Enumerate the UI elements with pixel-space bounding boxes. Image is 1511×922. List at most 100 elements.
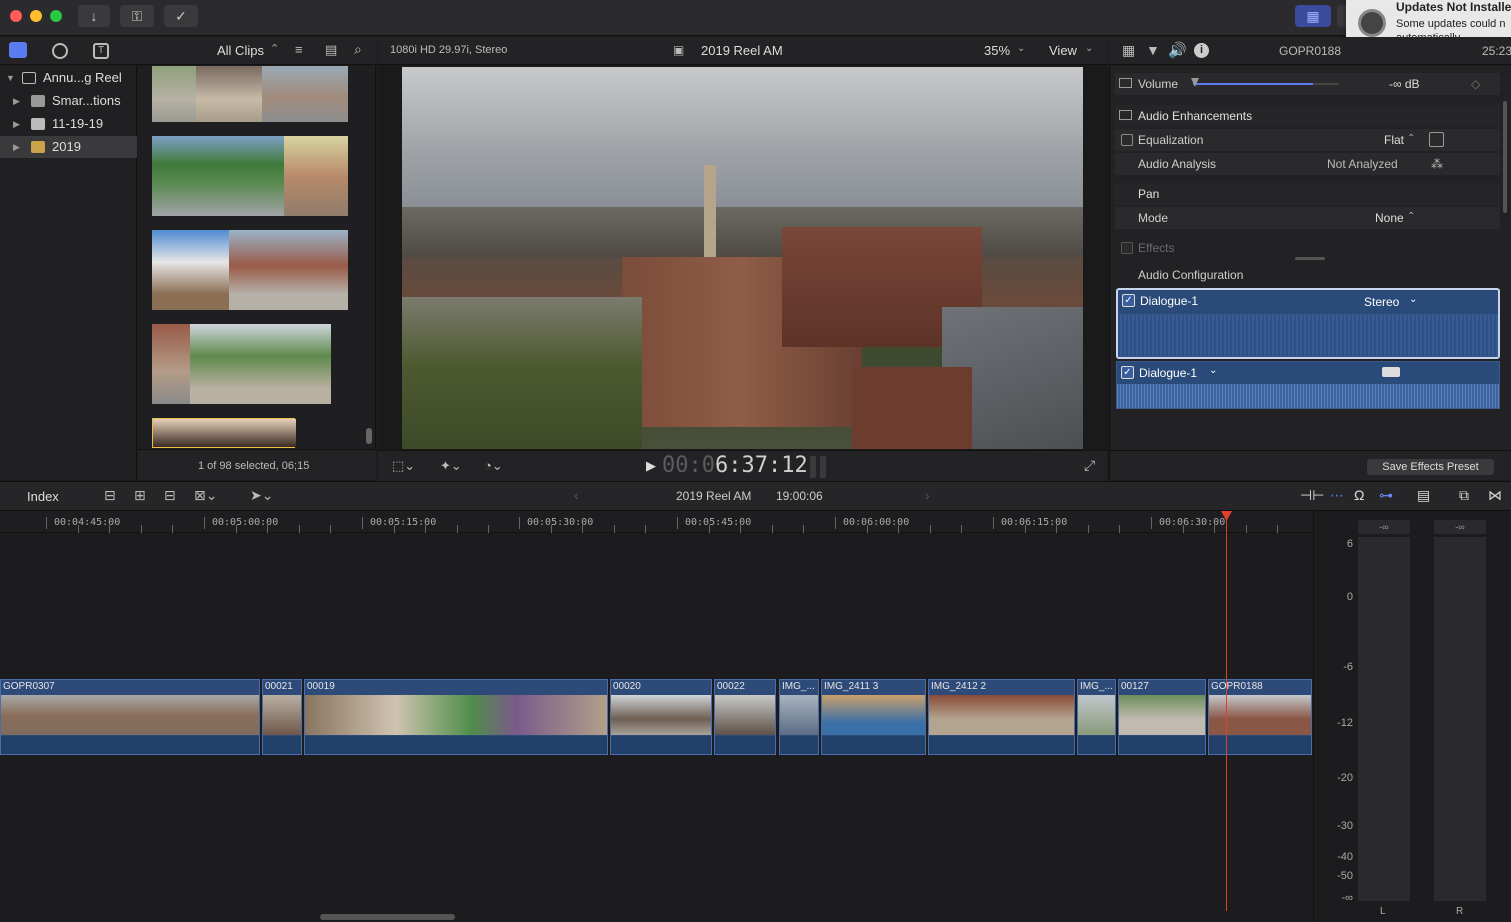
viewer-view-popup[interactable]: View: [1049, 43, 1077, 58]
channel-format-popup[interactable]: Stereo: [1364, 295, 1399, 309]
disclosure-box-icon[interactable]: [1119, 110, 1132, 120]
titles-generators-icon[interactable]: T: [93, 43, 109, 59]
photos-audio-icon[interactable]: [52, 43, 68, 59]
panel-resize-handle[interactable]: [1295, 257, 1325, 260]
browser-clip-thumbnail[interactable]: [152, 66, 348, 122]
effects-checkbox[interactable]: [1121, 242, 1133, 254]
timeline-clip[interactable]: 00127: [1118, 679, 1206, 755]
pan-mode-chevron-icon[interactable]: ⌃: [1407, 211, 1415, 222]
viewer-timecode[interactable]: 00:06:37:12: [662, 453, 808, 478]
color-inspector-icon[interactable]: ▼: [1146, 42, 1160, 58]
pan-mode-popup[interactable]: None: [1375, 211, 1404, 225]
history-forward-icon[interactable]: ›: [925, 487, 930, 503]
audio-meter-mini[interactable]: [820, 456, 826, 478]
insert-clip-icon[interactable]: ⊞: [134, 487, 146, 504]
audio-meter-mini[interactable]: [810, 456, 816, 478]
save-effects-preset-button[interactable]: Save Effects Preset: [1367, 459, 1494, 475]
timeline-clip[interactable]: IMG_...: [1077, 679, 1116, 755]
background-tasks-icon[interactable]: ✓: [164, 5, 198, 27]
libraries-icon[interactable]: [9, 42, 27, 58]
browser-clip-thumbnail[interactable]: [152, 230, 348, 310]
browser-clip-thumbnail[interactable]: [152, 136, 348, 216]
timeline-clip[interactable]: 00021: [262, 679, 302, 755]
browser-scrollbar[interactable]: [366, 428, 372, 444]
timeline-clip[interactable]: GOPR0188: [1208, 679, 1312, 755]
zoom-window-button[interactable]: [50, 10, 62, 22]
disclosure-triangle-icon[interactable]: ▶: [13, 136, 20, 158]
timeline-scrollbar[interactable]: [320, 914, 455, 920]
channel-enable-checkbox[interactable]: ✓: [1121, 366, 1134, 379]
audio-channel-dialogue-1-stereo[interactable]: ✓ Dialogue-1 Stereo ⌄: [1116, 288, 1500, 359]
timeline-index-button[interactable]: Index: [27, 489, 59, 504]
browser-clip-thumbnail[interactable]: [152, 324, 331, 404]
history-back-icon[interactable]: ‹: [574, 487, 579, 503]
timeline-clip[interactable]: 00022: [714, 679, 776, 755]
view-chevron-down-icon[interactable]: ⌄: [1085, 43, 1093, 54]
library-item-event-11-19-19[interactable]: ▶ 11-19-19: [0, 113, 137, 135]
play-icon[interactable]: ▶: [646, 458, 656, 474]
selected-clip-thumbnail[interactable]: [152, 418, 296, 448]
video-frame[interactable]: [402, 67, 1083, 449]
select-tool-icon[interactable]: ➤⌄: [250, 487, 273, 504]
timeline-clip[interactable]: 00019: [304, 679, 608, 755]
disclosure-triangle-icon[interactable]: ▼: [6, 67, 15, 89]
timeline-ruler[interactable]: 00:04:45:00 00:05:00:00 00:05:15:00 00:05:3…: [0, 511, 1312, 533]
connect-clip-icon[interactable]: ⊟: [104, 487, 116, 504]
enhance-tool-icon[interactable]: ✦⌄: [440, 458, 462, 474]
timeline-clip[interactable]: 00020: [610, 679, 712, 755]
minimize-window-button[interactable]: [30, 10, 42, 22]
audio-skimming-icon[interactable]: ⋯: [1330, 487, 1344, 504]
library-item-event-2019[interactable]: ▶ 2019: [0, 136, 137, 158]
workspace-layout-icon[interactable]: ▦: [1295, 5, 1331, 27]
volume-value[interactable]: -∞ dB: [1389, 77, 1420, 91]
transitions-browser-icon[interactable]: ⋈: [1488, 487, 1502, 504]
search-icon[interactable]: ⌕: [354, 41, 362, 58]
volume-slider[interactable]: [1191, 78, 1339, 87]
audio-enhancements-header[interactable]: Audio Enhancements: [1115, 105, 1500, 127]
clip-appearance-icon[interactable]: ▤: [1417, 487, 1430, 504]
timeline[interactable]: GOPR0307 00021 00019 00020 00022 IMG_... IMG_2…: [0, 511, 1312, 922]
timeline-clip[interactable]: IMG_2411 3: [821, 679, 926, 755]
magic-wand-icon[interactable]: ⁂: [1431, 157, 1443, 171]
disclosure-box-icon[interactable]: [1119, 78, 1132, 88]
audio-inspector-icon[interactable]: 🔊: [1168, 41, 1187, 59]
pan-header[interactable]: Pan: [1115, 183, 1500, 205]
snapping-icon[interactable]: ⊶: [1379, 487, 1393, 504]
clip-filter-popup[interactable]: All Clips: [217, 43, 264, 58]
library-item-annual-reel[interactable]: ▼ Annu...g Reel: [0, 67, 137, 89]
disclosure-triangle-icon[interactable]: ▶: [13, 90, 20, 112]
overwrite-clip-icon[interactable]: ⊠⌄: [194, 487, 217, 504]
keyframe-diamond-icon[interactable]: ◇: [1471, 77, 1480, 91]
retime-tool-icon[interactable]: ◔⌄: [484, 458, 503, 474]
transform-tool-icon[interactable]: ⬚⌄: [392, 458, 415, 474]
audio-channel-dialogue-1-sub[interactable]: ✓ Dialogue-1 ⌄: [1116, 361, 1500, 409]
effects-browser-icon[interactable]: ⧉: [1459, 487, 1469, 504]
library-item-smart-collections[interactable]: ▶ Smar...tions: [0, 90, 137, 112]
info-inspector-icon[interactable]: i: [1194, 43, 1209, 58]
timeline-clip[interactable]: IMG_...: [779, 679, 819, 755]
equalization-checkbox[interactable]: [1121, 134, 1133, 146]
zoom-chevron-down-icon[interactable]: ⌄: [1017, 43, 1025, 54]
equalization-popup[interactable]: Flat: [1384, 133, 1404, 147]
eq-graph-icon[interactable]: [1429, 132, 1444, 147]
skimming-icon[interactable]: ⊣⊢: [1300, 487, 1324, 504]
clip-filter-chevron-icon[interactable]: ⌃: [270, 42, 279, 55]
timeline-clip[interactable]: GOPR0307: [0, 679, 260, 755]
fullscreen-icon[interactable]: ⤢: [1084, 457, 1095, 474]
inspector-scrollbar[interactable]: [1503, 101, 1507, 213]
import-icon[interactable]: ↓: [78, 5, 110, 27]
close-window-button[interactable]: [10, 10, 22, 22]
channel-enable-checkbox[interactable]: ✓: [1122, 294, 1135, 307]
video-inspector-icon[interactable]: ▦: [1122, 42, 1135, 59]
append-clip-icon[interactable]: ⊟: [164, 487, 176, 504]
clip-appearance-icon[interactable]: ▤: [325, 42, 337, 58]
channel-chevron-icon[interactable]: ⌄: [1209, 365, 1217, 376]
playhead[interactable]: [1226, 511, 1227, 911]
channel-format-chevron-icon[interactable]: ⌄: [1409, 294, 1417, 305]
disclosure-triangle-icon[interactable]: ▶: [13, 113, 20, 135]
viewer-zoom-popup[interactable]: 35%: [984, 43, 1010, 58]
equalization-chevron-icon[interactable]: ⌃: [1407, 133, 1415, 144]
timeline-clip[interactable]: IMG_2412 2: [928, 679, 1075, 755]
list-view-icon[interactable]: ≡: [295, 42, 303, 57]
keywords-icon[interactable]: ⚿: [120, 5, 154, 27]
